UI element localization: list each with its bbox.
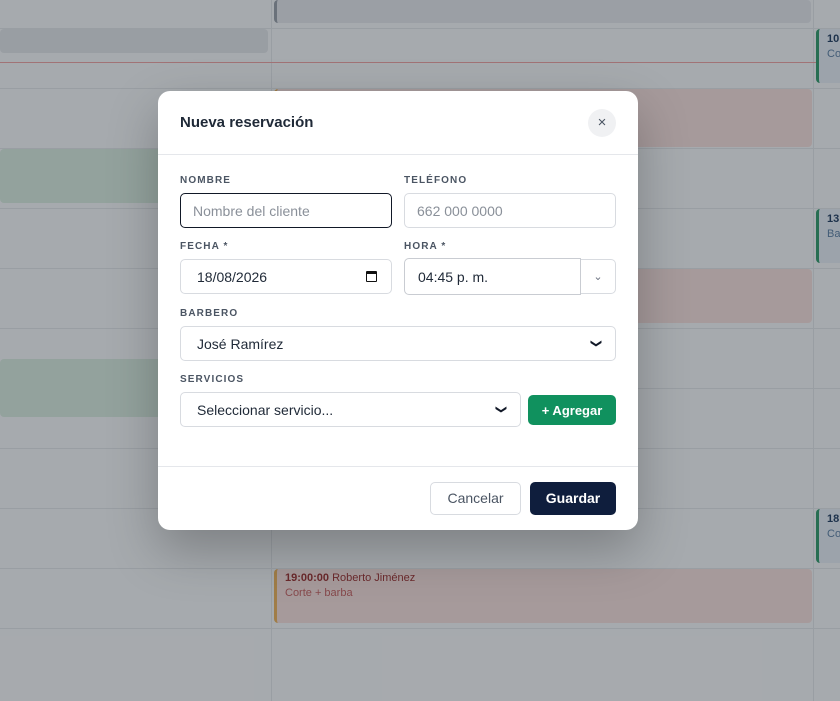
time-dropdown-button[interactable]: ⌄ [581, 259, 616, 294]
date-label: FECHA * [180, 241, 229, 252]
date-input[interactable]: 18/08/2026 [180, 259, 392, 294]
chevron-down-icon: ⌄ [593, 271, 603, 283]
modal-body: NOMBRE Nombre del cliente TELÉFONO 662 0… [158, 155, 638, 467]
time-picker: 04:45 p. m. ⌄ [404, 258, 616, 295]
phone-label: TELÉFONO [404, 175, 468, 186]
modal-footer: Cancelar Guardar [158, 467, 638, 529]
add-service-button[interactable]: + Agregar [528, 395, 616, 425]
close-button[interactable]: × [588, 108, 616, 137]
barber-selected: José Ramírez [197, 335, 284, 352]
new-reservation-modal: Nueva reservación × NOMBRE Nombre del cl… [158, 91, 638, 530]
barber-select[interactable]: José Ramírez ❯ [180, 326, 616, 361]
chevron-down-icon: ❯ [494, 404, 507, 415]
close-icon: × [597, 114, 607, 131]
date-value: 18/08/2026 [197, 268, 268, 285]
name-input[interactable]: Nombre del cliente [180, 193, 392, 228]
chevron-down-icon: ❯ [589, 338, 602, 349]
services-row: Seleccionar servicio... ❯ + Agregar [180, 392, 616, 427]
services-label: SERVICIOS [180, 374, 245, 385]
barber-label: BARBERO [180, 308, 239, 319]
time-input[interactable]: 04:45 p. m. [404, 258, 581, 295]
modal-header: Nueva reservación × [158, 91, 638, 155]
service-selected: Seleccionar servicio... [197, 401, 334, 418]
calendar-icon[interactable] [366, 271, 377, 282]
modal-title: Nueva reservación [180, 114, 314, 131]
save-button[interactable]: Guardar [530, 481, 616, 515]
service-select[interactable]: Seleccionar servicio... ❯ [180, 392, 521, 427]
phone-input[interactable]: 662 000 0000 [404, 193, 616, 228]
cancel-button[interactable]: Cancelar [430, 481, 521, 515]
name-label: NOMBRE [180, 175, 232, 186]
time-label: HORA * [404, 241, 447, 252]
